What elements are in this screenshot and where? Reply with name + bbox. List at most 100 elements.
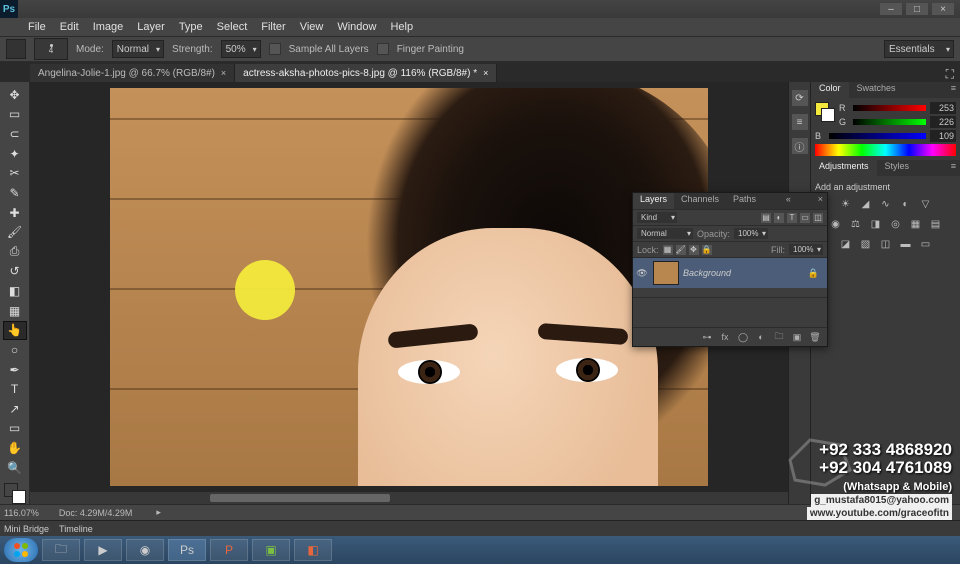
heal-tool[interactable]: ✚: [4, 204, 26, 222]
eyedropper-tool[interactable]: ✎: [4, 184, 26, 202]
eraser-tool[interactable]: ◧: [4, 282, 26, 300]
brush-preset[interactable]: 4: [34, 38, 68, 60]
stamp-tool[interactable]: ⎙: [4, 243, 26, 261]
r-value[interactable]: 253: [930, 102, 956, 114]
filter-shape-icon[interactable]: ▭: [800, 213, 810, 223]
posterize-icon[interactable]: ▧: [859, 237, 873, 251]
taskbar-photoshop[interactable]: Ps: [168, 539, 206, 561]
tool-preset-icon[interactable]: [6, 39, 26, 59]
layers-panel[interactable]: Layers Channels Paths « × Kind ▤ ◐ T ▭ ◫…: [632, 192, 828, 347]
tab-timeline[interactable]: Timeline: [59, 524, 93, 534]
background-color[interactable]: [12, 490, 26, 504]
hue-icon[interactable]: ◉: [829, 217, 843, 231]
brush-tool[interactable]: 🖌: [4, 223, 26, 241]
tab-swatches[interactable]: Swatches: [849, 82, 904, 98]
dodge-tool[interactable]: ○: [4, 341, 26, 359]
b-slider[interactable]: [829, 133, 926, 139]
doc-tab-2[interactable]: actress-aksha-photos-pics-8.jpg @ 116% (…: [235, 64, 497, 82]
delete-icon[interactable]: 🗑: [809, 331, 821, 343]
zoom-value[interactable]: 116.07%: [4, 508, 39, 518]
group-icon[interactable]: 🗀: [773, 331, 785, 343]
link-icon[interactable]: ⊶: [701, 331, 713, 343]
photofilter-icon[interactable]: ◎: [889, 217, 903, 231]
properties-panel-icon[interactable]: ≡: [792, 114, 808, 130]
doc-tab-1[interactable]: Angelina-Jolie-1.jpg @ 66.7% (RGB/8#) ×: [30, 64, 235, 82]
b-value[interactable]: 109: [930, 130, 956, 142]
history-panel-icon[interactable]: ⟳: [792, 90, 808, 106]
lock-pos-icon[interactable]: ✥: [689, 245, 699, 255]
fx-icon[interactable]: fx: [719, 331, 731, 343]
vibrance-icon[interactable]: ▽: [919, 197, 933, 211]
tab-channels[interactable]: Channels: [674, 193, 726, 209]
path-tool[interactable]: ↗: [4, 400, 26, 418]
panel-menu-icon[interactable]: ≡: [947, 82, 960, 98]
levels-icon[interactable]: ◢: [859, 197, 873, 211]
mask-icon[interactable]: ◯: [737, 331, 749, 343]
taskbar-powerpoint[interactable]: P: [210, 539, 248, 561]
invert-icon[interactable]: ◪: [839, 237, 853, 251]
gradient-tool[interactable]: ▦: [4, 302, 26, 320]
lock-trans-icon[interactable]: ▦: [663, 245, 673, 255]
color-ramp[interactable]: [815, 144, 956, 156]
menu-view[interactable]: View: [300, 21, 324, 33]
hand-tool[interactable]: ✋: [4, 439, 26, 457]
info-panel-icon[interactable]: ⓘ: [792, 138, 808, 154]
filter-smart-icon[interactable]: ◫: [813, 213, 823, 223]
filter-pixel-icon[interactable]: ▤: [761, 213, 771, 223]
finger-paint-checkbox[interactable]: [377, 43, 389, 55]
lock-all-icon[interactable]: 🔒: [702, 245, 712, 255]
menu-file[interactable]: File: [28, 21, 46, 33]
smudge-tool[interactable]: 👆: [4, 322, 26, 340]
lasso-tool[interactable]: ⊂: [4, 125, 26, 143]
menu-type[interactable]: Type: [179, 21, 203, 33]
filter-adj-icon[interactable]: ◐: [774, 213, 784, 223]
curves-icon[interactable]: ∿: [879, 197, 893, 211]
type-tool[interactable]: T: [4, 380, 26, 398]
layer-item-background[interactable]: 👁 Background 🔒: [633, 258, 827, 288]
new-layer-icon[interactable]: ▣: [791, 331, 803, 343]
taskbar-mediaplayer[interactable]: ▶: [84, 539, 122, 561]
exposure-icon[interactable]: ◐: [899, 197, 913, 211]
gradmap-icon[interactable]: ▬: [899, 237, 913, 251]
threshold-icon[interactable]: ◫: [879, 237, 893, 251]
taskbar-app[interactable]: ◧: [294, 539, 332, 561]
taskbar-explorer[interactable]: 🗀: [42, 539, 80, 561]
wand-tool[interactable]: ✦: [4, 145, 26, 163]
panel-menu-icon[interactable]: ≡: [947, 160, 960, 176]
brightness-icon[interactable]: ☀: [839, 197, 853, 211]
shape-tool[interactable]: ▭: [4, 420, 26, 438]
arrange-docs-icon[interactable]: ⛶: [940, 67, 960, 82]
tab-adjustments[interactable]: Adjustments: [811, 160, 877, 176]
tab-paths[interactable]: Paths: [726, 193, 763, 209]
move-tool[interactable]: ✥: [4, 86, 26, 104]
panel-fg-bg-swatch[interactable]: [815, 102, 835, 122]
r-slider[interactable]: [853, 105, 926, 111]
tab-color[interactable]: Color: [811, 82, 849, 98]
taskbar-chrome[interactable]: ◉: [126, 539, 164, 561]
collapse-icon[interactable]: «: [782, 193, 795, 209]
tab-layers[interactable]: Layers: [633, 193, 674, 209]
menu-layer[interactable]: Layer: [137, 21, 165, 33]
opacity-value[interactable]: 100%: [734, 228, 768, 239]
crop-tool[interactable]: ✂: [4, 165, 26, 183]
layer-name[interactable]: Background: [683, 268, 731, 278]
menu-help[interactable]: Help: [390, 21, 413, 33]
adjlayer-icon[interactable]: ◐: [755, 331, 767, 343]
layer-thumb[interactable]: [653, 261, 679, 285]
document-canvas[interactable]: [110, 88, 708, 486]
lookup-icon[interactable]: ▤: [929, 217, 943, 231]
close-icon[interactable]: ×: [814, 193, 827, 209]
fg-bg-swatch[interactable]: [4, 483, 26, 505]
menu-edit[interactable]: Edit: [60, 21, 79, 33]
mode-select[interactable]: Normal: [112, 40, 164, 58]
start-button[interactable]: [4, 538, 38, 562]
history-brush-tool[interactable]: ↺: [4, 263, 26, 281]
minimize-button[interactable]: –: [880, 3, 902, 15]
zoom-tool[interactable]: 🔍: [4, 459, 26, 477]
close-icon[interactable]: ×: [483, 68, 488, 78]
menu-filter[interactable]: Filter: [261, 21, 285, 33]
menu-select[interactable]: Select: [217, 21, 248, 33]
close-button[interactable]: ×: [932, 3, 954, 15]
g-slider[interactable]: [853, 119, 926, 125]
horizontal-scrollbar[interactable]: [30, 492, 788, 504]
